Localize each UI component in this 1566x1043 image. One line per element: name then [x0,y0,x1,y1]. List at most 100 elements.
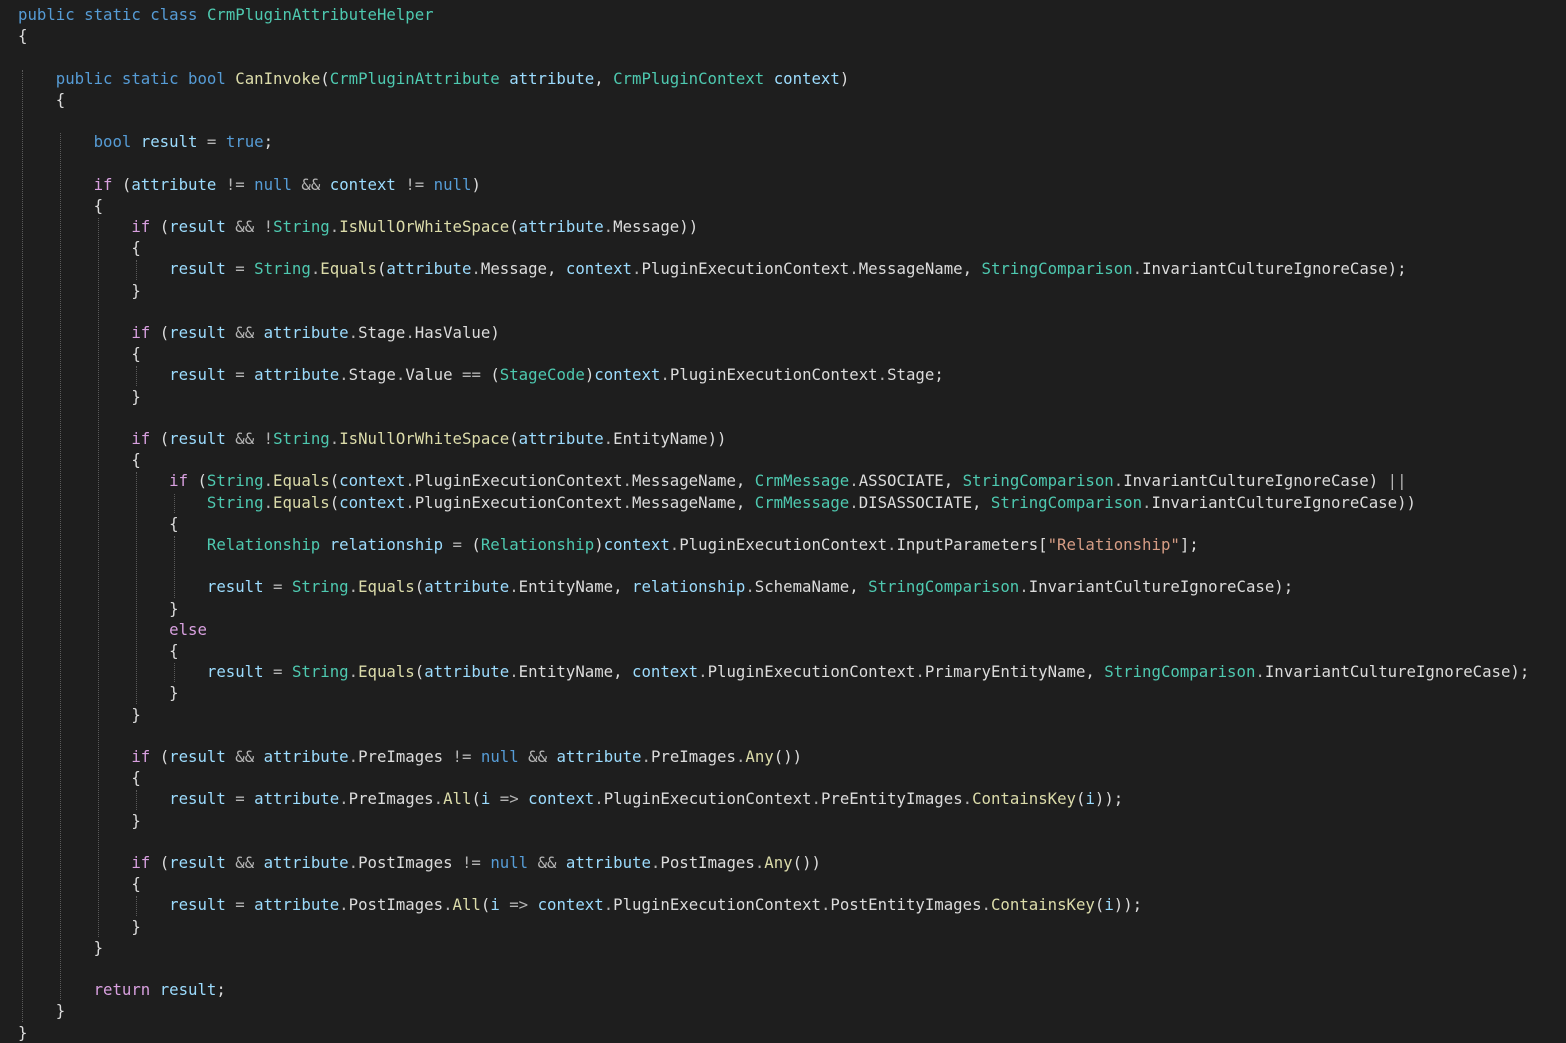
code-line[interactable]: } [18,682,178,703]
code-line[interactable]: result = attribute.PostImages.All(i => c… [18,894,1142,915]
code-line[interactable]: else [18,619,207,640]
code-line[interactable]: result = String.Equals(attribute.Message… [18,258,1406,279]
code-token: ( [1094,895,1105,915]
code-line[interactable]: result = String.Equals(attribute.EntityN… [18,661,1529,682]
code-token: result [169,429,226,448]
code-token: , [613,577,632,597]
code-line[interactable]: } [18,386,140,407]
code-token: . [348,747,359,766]
code-token: InputParameters [896,535,1039,554]
code-token: )); [1113,895,1143,915]
code-line[interactable]: bool result = true; [18,131,274,152]
code-line[interactable]: { [18,767,140,788]
code-line[interactable]: { [18,640,179,661]
code-editor[interactable]: public static class CrmPluginAttributeHe… [0,4,1566,1042]
code-line[interactable]: if (result && attribute.Stage.HasValue) [18,322,499,343]
code-token: ) [1368,471,1379,491]
code-line[interactable]: } [18,1000,65,1021]
code-token: String [291,577,349,597]
code-token: context [329,174,396,194]
code-token: ); [1274,577,1294,597]
code-token: StringComparison [962,471,1114,491]
code-line[interactable]: if (result && !String.IsNullOrWhiteSpace… [18,216,698,237]
code-token: . [509,662,519,682]
code-token: StageCode [499,365,585,385]
code-token: attribute [565,853,651,872]
code-line[interactable]: { [18,873,140,894]
code-token: . [339,365,349,385]
code-line[interactable]: } [18,280,140,301]
code-line[interactable]: result = attribute.Stage.Value == (Stage… [18,364,944,385]
code-line[interactable]: } [18,704,140,725]
code-token: PluginExecutionContext [414,492,623,512]
code-line[interactable]: { [18,25,27,46]
code-line[interactable]: { [18,449,140,470]
code-token: ( [471,535,481,554]
code-token: { [18,26,28,46]
code-line[interactable]: } [18,916,140,937]
code-token: ( [159,217,170,236]
code-line[interactable]: Relationship relationship = (Relationshi… [18,534,1199,555]
code-token: . [1255,662,1265,682]
code-line[interactable]: } [18,1022,27,1043]
code-token: != [452,747,472,766]
code-line[interactable]: String.Equals(context.PluginExecutionCon… [18,492,1416,513]
code-token: . [433,789,444,809]
code-token: InvariantCultureIgnoreCase [1028,577,1275,597]
code-line[interactable]: if (String.Equals(context.PluginExecutio… [18,470,1406,491]
code-line[interactable]: if (result && attribute.PostImages != nu… [18,852,821,873]
code-token: i [490,895,500,915]
code-line[interactable]: { [18,195,103,216]
code-line[interactable]: { [18,237,141,258]
code-token: context [773,68,840,88]
code-line[interactable]: } [18,810,140,831]
code-line[interactable]: { [18,89,65,110]
code-token: Message [480,259,547,279]
code-line[interactable]: public static bool CanInvoke(CrmPluginAt… [18,68,849,89]
code-line[interactable]: if (result && !String.IsNullOrWhiteSpace… [18,428,726,449]
code-line[interactable]: { [18,343,140,364]
code-line[interactable]: return result; [18,979,226,1000]
code-line[interactable]: if (attribute != null && context != null… [18,174,481,195]
code-token: = [452,535,462,554]
code-line[interactable]: if (result && attribute.PreImages != nul… [18,746,802,767]
code-token: Relationship [206,535,321,554]
code-token: . [509,577,519,597]
code-token: ( [490,365,500,385]
code-token: { [131,238,141,258]
code-token: . [698,662,708,682]
code-line[interactable]: } [18,598,178,619]
code-line[interactable]: public static class CrmPluginAttributeHe… [18,4,434,25]
code-token: String [273,429,330,448]
code-token: { [169,641,179,660]
code-token: ( [329,492,340,512]
code-token: && [235,429,255,448]
code-token: ! [263,217,274,236]
code-line[interactable]: { [18,513,178,534]
code-line[interactable]: result = attribute.PreImages.All(i => co… [18,788,1123,809]
code-line[interactable]: result = String.Equals(attribute.EntityN… [18,576,1293,597]
code-line[interactable]: } [18,937,103,958]
